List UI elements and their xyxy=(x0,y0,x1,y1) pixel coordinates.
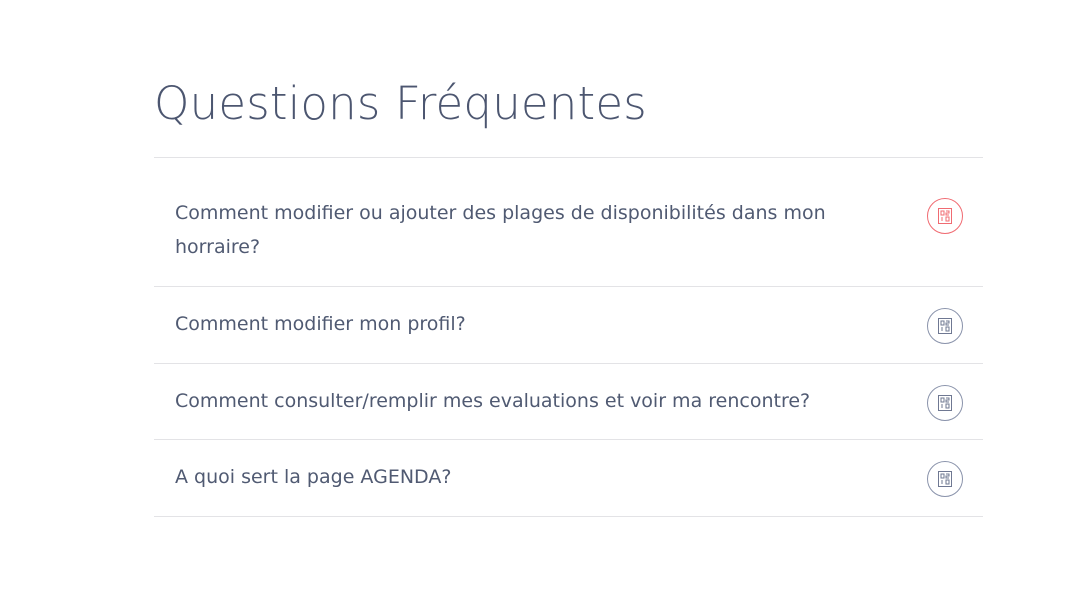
faq-section: Questions Fréquentes Comment modifier ou… xyxy=(154,72,983,517)
faq-question: Comment modifier ou ajouter des plages d… xyxy=(175,202,826,258)
faq-item-availability[interactable]: Comment modifier ou ajouter des plages d… xyxy=(154,158,983,287)
expand-toggle-button[interactable] xyxy=(927,198,963,234)
faq-item-evaluations[interactable]: Comment consulter/remplir mes evaluation… xyxy=(154,364,983,440)
expand-toggle-button[interactable] xyxy=(927,385,963,421)
faq-list: Comment modifier ou ajouter des plages d… xyxy=(154,158,983,517)
faq-item-agenda[interactable]: A quoi sert la page AGENDA? xyxy=(154,440,983,517)
expand-toggle-button[interactable] xyxy=(927,461,963,497)
glyph-icon xyxy=(938,471,952,487)
faq-question: Comment consulter/remplir mes evaluation… xyxy=(175,390,811,412)
glyph-icon xyxy=(938,395,952,411)
glyph-icon xyxy=(938,208,952,224)
page-title: Questions Fréquentes xyxy=(154,72,983,158)
faq-question: Comment modifier mon profil? xyxy=(175,313,466,335)
faq-question: A quoi sert la page AGENDA? xyxy=(175,466,452,488)
glyph-icon xyxy=(938,318,952,334)
faq-item-profile[interactable]: Comment modifier mon profil? xyxy=(154,287,983,364)
expand-toggle-button[interactable] xyxy=(927,308,963,344)
